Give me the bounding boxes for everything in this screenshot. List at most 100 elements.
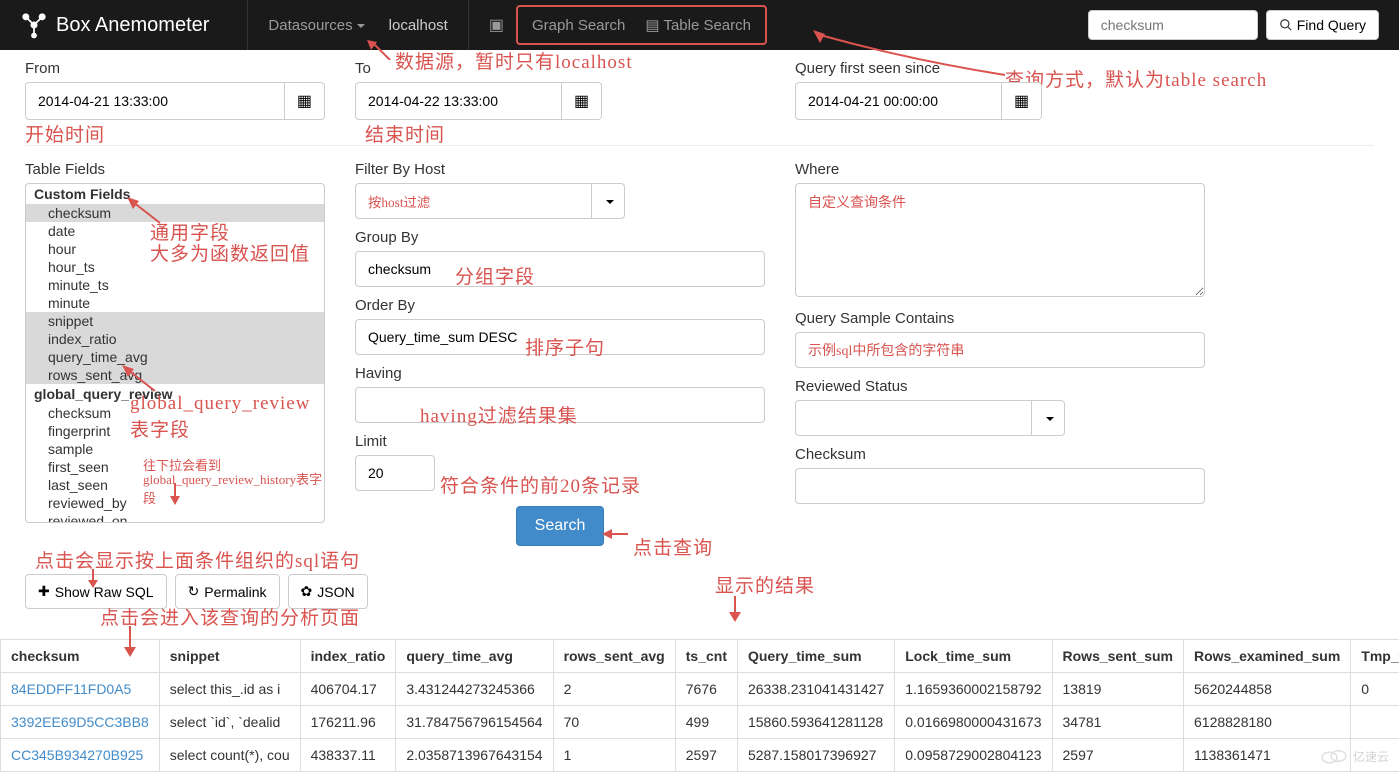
where-textarea[interactable]: 自定义查询条件 (795, 183, 1205, 297)
col-header[interactable]: Rows_sent_sum (1052, 640, 1183, 673)
divider (25, 145, 1374, 146)
search-button[interactable]: Search (516, 506, 605, 546)
list-item[interactable]: hour (26, 240, 324, 258)
order-by-input[interactable] (355, 319, 765, 355)
list-item[interactable]: date (26, 222, 324, 240)
nav-datasources[interactable]: Datasources (256, 2, 376, 49)
table-cell: 2 (553, 673, 675, 706)
permalink-button[interactable]: ↻Permalink (175, 574, 280, 609)
search-mode-highlight: Graph Search ▤ Table Search (516, 5, 767, 45)
list-item[interactable]: reviewed_by (26, 494, 324, 512)
brand-text: Box Anemometer (56, 14, 209, 37)
list-item[interactable]: minute_ts (26, 276, 324, 294)
ann-end-time: 结束时间 (365, 120, 445, 147)
table-cell: select `id`, `dealid (159, 706, 300, 739)
table-cell: select count(*), cou (159, 739, 300, 772)
chevron-down-icon (1046, 417, 1054, 421)
group-by-input[interactable] (355, 251, 765, 287)
limit-label: Limit (355, 433, 765, 450)
reviewed-status-caret[interactable] (1032, 400, 1065, 436)
qsc-label: Query Sample Contains (795, 310, 1205, 327)
table-cell: 406704.17 (300, 673, 396, 706)
col-header[interactable]: rows_sent_avg (553, 640, 675, 673)
limit-input[interactable] (355, 455, 435, 491)
table-cell: 5620244858 (1184, 673, 1351, 706)
table-cell: 3.431244273245366 (396, 673, 553, 706)
list-item[interactable]: snippet (26, 312, 324, 330)
table-cell[interactable]: 84EDDFF11FD0A5 (1, 673, 160, 706)
list-item[interactable]: checksum (26, 204, 324, 222)
table-cell: 26338.231041431427 (737, 673, 894, 706)
qfs-label: Query first seen since (795, 60, 1205, 77)
table-cell[interactable]: 3392EE69D5CC3BB8 (1, 706, 160, 739)
list-item[interactable]: rows_sent_avg (26, 366, 324, 384)
col-header[interactable]: Lock_time_sum (895, 640, 1052, 673)
table-cell: 2597 (1052, 739, 1183, 772)
to-label: To (355, 60, 765, 77)
show-raw-sql-button[interactable]: ✚Show Raw SQL (25, 574, 167, 609)
qfs-input[interactable] (795, 82, 1002, 120)
col-header[interactable]: Rows_examined_sum (1184, 640, 1351, 673)
table-cell: 1.1659360002158792 (895, 673, 1052, 706)
list-item[interactable]: reviewed_on (26, 512, 324, 523)
having-input[interactable] (355, 387, 765, 423)
filter-by-host-caret[interactable] (592, 183, 625, 219)
having-label: Having (355, 365, 765, 382)
col-header[interactable]: query_time_avg (396, 640, 553, 673)
table-fields-listbox[interactable]: Custom Fields checksum date hour hour_ts… (25, 183, 325, 523)
filter-by-host-select[interactable]: 按host过滤 (355, 183, 592, 219)
col-header[interactable]: index_ratio (300, 640, 396, 673)
ann-limit: 符合条件的前20条记录 (440, 471, 641, 498)
ann-start-time: 开始时间 (25, 120, 105, 147)
col-header[interactable]: ts_cnt (675, 640, 737, 673)
calendar-icon: ▦ (297, 91, 312, 111)
list-group-gqr: global_query_review (26, 384, 324, 404)
table-cell: 31.784756796154564 (396, 706, 553, 739)
chevron-down-icon (606, 200, 614, 204)
list-item[interactable]: fingerprint (26, 422, 324, 440)
list-item[interactable]: sample (26, 440, 324, 458)
table-row: 84EDDFF11FD0A5select this_.id as i406704… (1, 673, 1399, 706)
table-cell: 0.0958729002804123 (895, 739, 1052, 772)
table-cell: 2.0358713967643154 (396, 739, 553, 772)
to-input[interactable] (355, 82, 562, 120)
checksum-search-input[interactable] (1088, 10, 1258, 40)
checksum-input[interactable] (795, 468, 1205, 504)
list-item[interactable]: query_time_avg (26, 348, 324, 366)
col-header[interactable]: snippet (159, 640, 300, 673)
from-calendar-button[interactable]: ▦ (285, 82, 325, 120)
table-fields-label: Table Fields (25, 161, 325, 178)
list-item[interactable]: minute (26, 294, 324, 312)
nav-search-group: Find Query (1088, 10, 1379, 40)
list-item[interactable]: index_ratio (26, 330, 324, 348)
reviewed-status-select[interactable] (795, 400, 1032, 436)
table-cell: 70 (553, 706, 675, 739)
nav-table-search[interactable]: ▤ Table Search (635, 8, 761, 42)
table-cell[interactable]: CC345B934270B925 (1, 739, 160, 772)
find-query-button[interactable]: Find Query (1266, 10, 1379, 40)
to-calendar-button[interactable]: ▦ (562, 82, 602, 120)
results-table: checksum snippet index_ratio query_time_… (0, 639, 1399, 772)
image-icon[interactable]: ▣ (477, 15, 516, 35)
calendar-icon: ▦ (574, 91, 589, 111)
from-input[interactable] (25, 82, 285, 120)
col-header[interactable]: checksum (1, 640, 160, 673)
nav-graph-search[interactable]: Graph Search (522, 9, 635, 42)
list-item[interactable]: last_seen (26, 476, 324, 494)
brand-logo[interactable]: Box Anemometer (20, 11, 209, 39)
list-item[interactable]: checksum (26, 404, 324, 422)
gear-icon: ✿ (301, 583, 313, 600)
json-button[interactable]: ✿JSON (288, 574, 368, 609)
table-cell: 13819 (1052, 673, 1183, 706)
list-item[interactable]: first_seen (26, 458, 324, 476)
where-label: Where (795, 161, 1205, 178)
watermark: 亿速云 (1319, 746, 1389, 766)
col-header[interactable]: Tmp_ta (1351, 640, 1399, 673)
list-item[interactable]: hour_ts (26, 258, 324, 276)
qsc-input[interactable] (795, 332, 1205, 368)
qfs-calendar-button[interactable]: ▦ (1002, 82, 1042, 120)
nav-localhost[interactable]: localhost (377, 2, 460, 49)
table-cell: 499 (675, 706, 737, 739)
col-header[interactable]: Query_time_sum (737, 640, 894, 673)
reviewed-status-label: Reviewed Status (795, 378, 1205, 395)
